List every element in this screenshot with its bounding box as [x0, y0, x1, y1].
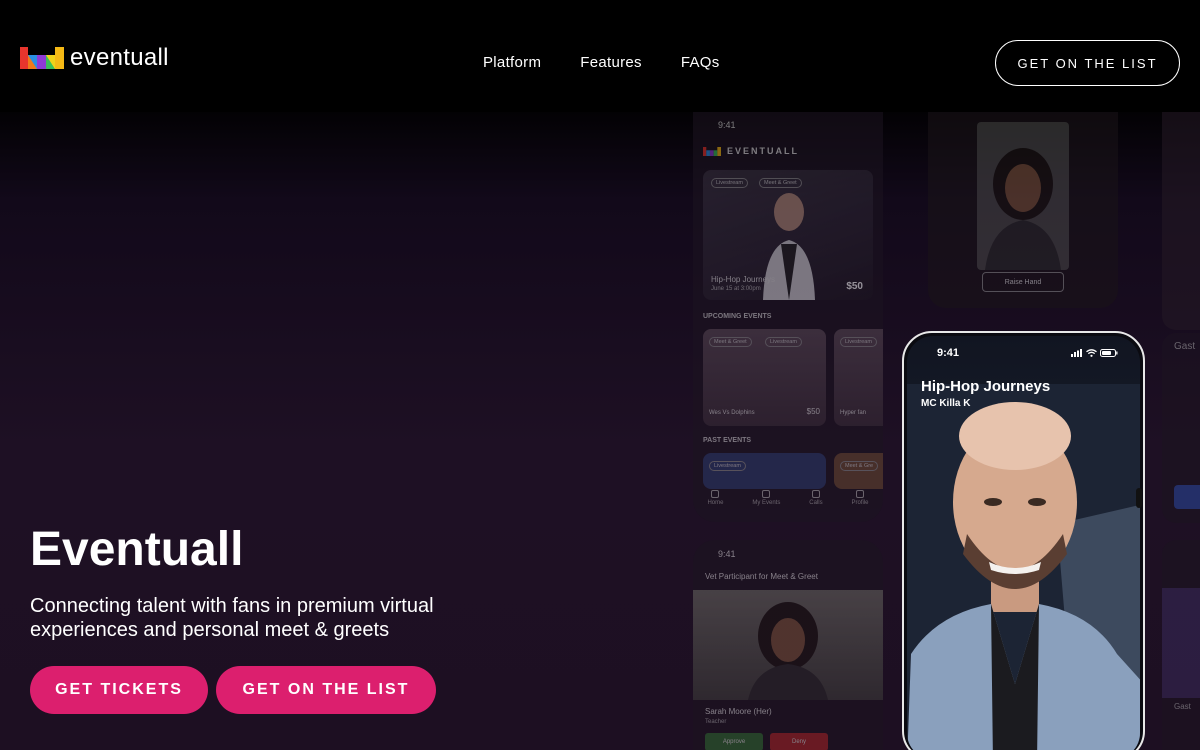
participant-video — [977, 122, 1069, 270]
site-header: eventuall Platform Features FAQs GET ON … — [0, 0, 1200, 112]
mock-home-screen: 9:41 EVENTUALL Livestream Meet & Greet H… — [693, 110, 883, 522]
vet-participant-name: Sarah Moore (Her) — [705, 707, 772, 716]
hero-subtitle: Connecting talent with fans in premium v… — [30, 595, 434, 641]
mock-app-name: EVENTUALL — [727, 146, 799, 156]
phone-side-handle — [1136, 488, 1142, 508]
brand-name: eventuall — [70, 44, 169, 71]
mock-call-screen: Raise Hand — [928, 110, 1118, 308]
tab-label: My Events — [752, 500, 781, 506]
nav-features[interactable]: Features — [580, 54, 642, 71]
phone-event-title: Hip-Hop Journeys — [921, 378, 1051, 395]
signal-icon — [1071, 349, 1082, 357]
approve-button: Approve — [705, 733, 763, 750]
raise-hand-button: Raise Hand — [982, 272, 1064, 292]
partial-label: Gast — [1174, 702, 1191, 711]
mock-tab-bar: Home My Events Calls Profile — [693, 490, 883, 506]
upcoming-label: UPCOMING EVENTS — [703, 313, 772, 320]
upcoming-price: $50 — [806, 407, 820, 416]
get-on-list-button[interactable]: GET ON THE LIST — [216, 666, 436, 714]
mock-right-top — [1162, 110, 1200, 330]
mock-home-time: 9:41 — [718, 120, 736, 130]
tab-calls: Calls — [809, 490, 823, 506]
calendar-icon — [762, 490, 771, 498]
calls-icon — [811, 490, 820, 498]
participant-photo — [748, 602, 828, 700]
mock-vet-screen: 9:41 Vet Participant for Meet & Greet Sa… — [693, 540, 883, 750]
mock-right-middle: Gast — [1162, 333, 1200, 523]
phone-time: 9:41 — [937, 347, 960, 359]
status-icons — [1071, 349, 1118, 357]
logo-mark-icon — [20, 47, 64, 69]
header-get-on-list-button[interactable]: GET ON THE LIST — [995, 40, 1180, 86]
vet-header: Vet Participant for Meet & Greet — [705, 572, 818, 581]
partial-button — [1174, 485, 1200, 509]
mock-vet-time: 9:41 — [718, 549, 736, 559]
featured-price: $50 — [846, 281, 863, 292]
chip-meet-greet: Meet & Gre — [840, 461, 879, 471]
logo-mark-icon — [703, 146, 721, 156]
upcoming-title: Hyper fan — [840, 410, 867, 416]
host-portrait — [907, 384, 1140, 750]
battery-icon — [1100, 349, 1118, 357]
upcoming-title: Wes Vs Dolphins — [709, 410, 755, 416]
chip-livestream: Livestream — [711, 178, 748, 188]
featured-event-card: Livestream Meet & Greet Hip-Hop Journeys… — [703, 170, 873, 300]
participant-photo — [985, 148, 1061, 270]
hero-title: Eventuall — [30, 523, 244, 576]
past-card: Livestream — [703, 453, 826, 489]
upcoming-card: Meet & Greet Livestream Wes Vs Dolphins … — [703, 329, 826, 426]
main-phone-mockup: 9:41 Hip-Hop Journeys MC Killa K — [902, 331, 1145, 750]
chip-livestream: Livestream — [709, 461, 746, 471]
tab-home: Home — [707, 490, 723, 506]
profile-icon — [855, 490, 864, 498]
phone-screen: 9:41 Hip-Hop Journeys MC Killa K — [907, 336, 1140, 750]
chip-livestream: Livestream — [765, 337, 802, 347]
wifi-icon — [1086, 349, 1097, 357]
tab-profile: Profile — [851, 490, 869, 506]
chip-meet-greet: Meet & Greet — [709, 337, 752, 347]
nav-faqs[interactable]: FAQs — [681, 54, 720, 71]
upcoming-card: Livestream Hyper fan — [834, 329, 883, 426]
mock-right-bottom: Gast — [1162, 540, 1200, 750]
participant-pronoun: (Her) — [753, 707, 772, 716]
main-nav: Platform Features FAQs — [483, 54, 720, 71]
vet-video — [693, 590, 883, 700]
featured-title: Hip-Hop Journeys — [711, 275, 776, 284]
participant-role: Teacher — [705, 719, 727, 725]
tab-label: Profile — [851, 500, 869, 506]
home-icon — [711, 490, 720, 498]
tab-my-events: My Events — [752, 490, 780, 506]
get-tickets-button[interactable]: GET TICKETS — [30, 666, 208, 714]
phone-host-name: MC Killa K — [921, 398, 971, 409]
partial-label: Gast — [1174, 341, 1196, 352]
mock-home-appbar: EVENTUALL — [703, 146, 799, 156]
chip-livestream: Livestream — [840, 337, 877, 347]
deny-button: Deny — [770, 733, 828, 750]
nav-platform[interactable]: Platform — [483, 54, 541, 71]
past-label: PAST EVENTS — [703, 437, 752, 444]
tab-label: Calls — [809, 500, 823, 506]
partial-image — [1162, 588, 1200, 698]
brand-logo[interactable]: eventuall — [20, 44, 169, 72]
past-card: Meet & Gre — [834, 453, 883, 489]
participant-name: Sarah Moore — [705, 707, 752, 716]
featured-date: June 15 at 3:00pm — [711, 286, 761, 292]
tab-label: Home — [707, 500, 724, 506]
